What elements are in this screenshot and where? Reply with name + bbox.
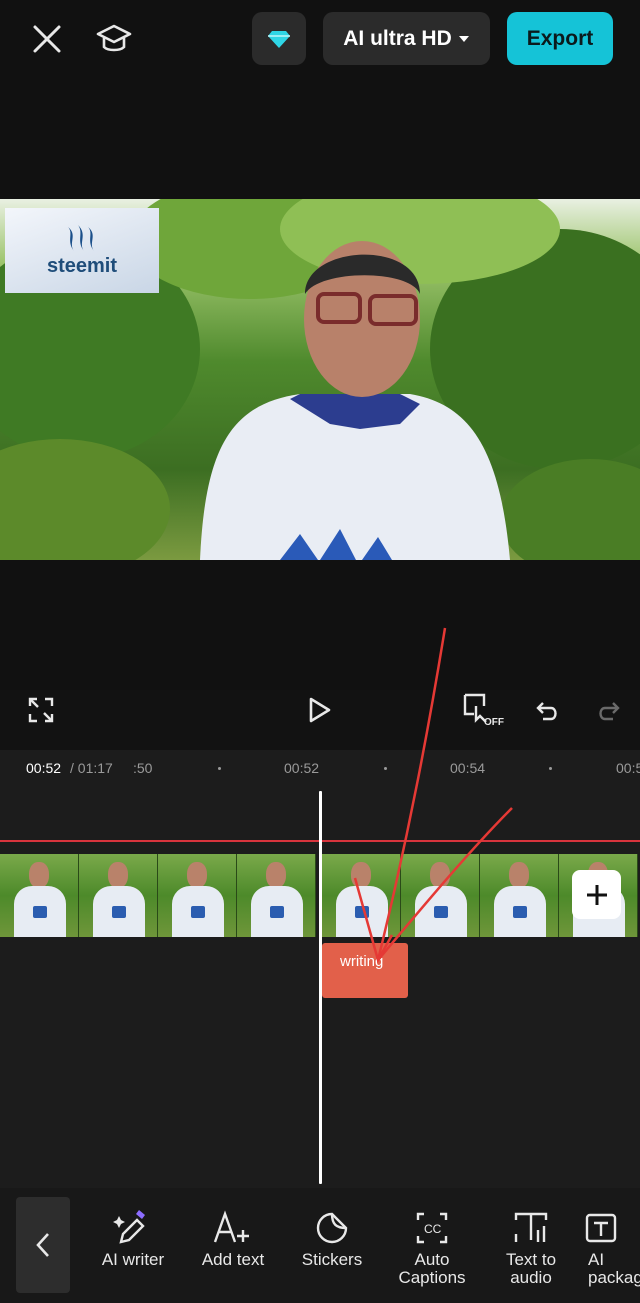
ai-package-icon (585, 1213, 617, 1243)
tool-label: Add text (201, 1250, 265, 1269)
tool-text-to-audio[interactable]: Text to audio (481, 1205, 581, 1295)
tool-label: Stickers (301, 1250, 363, 1269)
text-audio-icon (514, 1212, 548, 1242)
tool-label: AI packag (588, 1250, 640, 1287)
tool-label: Auto Captions (398, 1250, 466, 1287)
svg-text:CC: CC (424, 1222, 442, 1236)
tool-add-text[interactable]: Add text (183, 1205, 283, 1295)
tool-auto-captions[interactable]: CC Auto Captions (382, 1205, 482, 1295)
sticker-icon (316, 1212, 348, 1244)
ai-pen-icon (113, 1210, 145, 1244)
add-text-icon (213, 1210, 249, 1243)
tool-label: Text to audio (505, 1250, 557, 1287)
tool-ai-writer[interactable]: AI writer (83, 1205, 183, 1295)
tool-label: AI writer (101, 1250, 165, 1269)
playhead[interactable] (319, 791, 322, 1184)
tool-stickers[interactable]: Stickers (282, 1205, 382, 1295)
toolbar-back-button[interactable] (16, 1197, 70, 1293)
captions-icon: CC (416, 1212, 448, 1244)
tool-ai-package[interactable]: AI packag (580, 1205, 640, 1295)
chevron-left-icon (36, 1233, 49, 1257)
